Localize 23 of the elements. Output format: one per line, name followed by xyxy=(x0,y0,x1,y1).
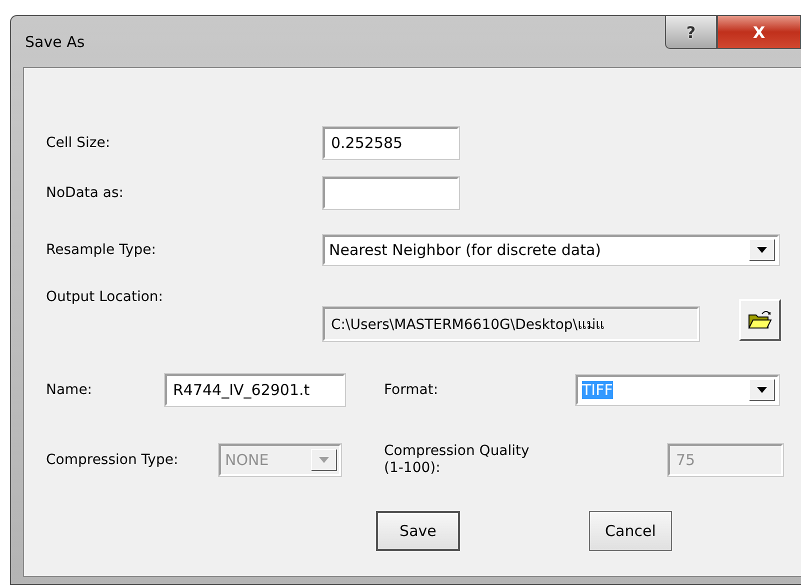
field-label: Compression Quality (1-100): xyxy=(384,443,530,477)
input-field[interactable]: R4744_IV_62901.t xyxy=(165,374,345,406)
field-label: Format: xyxy=(384,382,440,398)
window-title: Save As xyxy=(25,33,85,51)
browse-button[interactable] xyxy=(739,299,781,341)
input-field[interactable] xyxy=(323,177,459,209)
field-label: Resample Type: xyxy=(46,242,157,258)
dialog-button[interactable]: Cancel xyxy=(588,511,672,551)
field-label: Cell Size: xyxy=(46,135,112,151)
folder-icon xyxy=(748,310,772,330)
field-label: NoData as: xyxy=(46,185,125,201)
caret-icon xyxy=(757,247,767,253)
caret-icon xyxy=(319,457,329,463)
caret-icon xyxy=(757,387,767,393)
field-label: Compression Type: xyxy=(46,452,180,468)
dialog-button[interactable]: Save xyxy=(376,511,460,551)
input-field[interactable]: C:\Users\MASTERM6610G\Desktop\แม่แ xyxy=(323,307,699,341)
field-label: Output Location: xyxy=(46,289,164,305)
dropdown[interactable]: Nearest Neighbor (for discrete data) xyxy=(323,235,779,265)
close-button[interactable]: X xyxy=(717,16,801,49)
input-field[interactable]: 0.252585 xyxy=(323,127,459,159)
field-label: Name: xyxy=(46,382,94,398)
help-button[interactable]: ? xyxy=(665,16,717,49)
